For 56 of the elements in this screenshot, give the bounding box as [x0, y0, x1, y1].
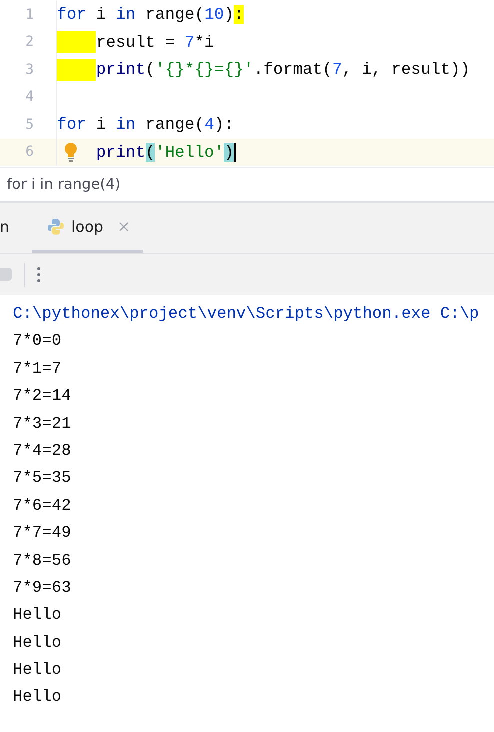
lightbulb-icon[interactable]	[64, 142, 78, 162]
code-token: 7	[184, 32, 195, 52]
code-token: ):	[214, 115, 234, 134]
code-token: print	[96, 60, 146, 80]
code-token: 10	[204, 5, 224, 24]
code-token: in	[116, 5, 136, 24]
output-line: 7*4=28	[13, 440, 72, 462]
command-line: C:\pythonex\project\venv\Scripts\python.exe C:\p	[13, 304, 480, 325]
code-token: for	[57, 5, 87, 24]
code-token: i	[95, 115, 108, 134]
code-token: print	[96, 142, 146, 162]
line-number: 3	[24, 62, 34, 78]
output-line: 7*7=49	[13, 523, 72, 544]
code-token: 4	[204, 115, 214, 134]
indent-highlight	[57, 58, 96, 81]
code-token: 'Hello'	[155, 142, 224, 162]
output-line: Hello	[13, 660, 63, 682]
code-token: )	[224, 142, 234, 162]
code-token: , i, result))	[342, 60, 470, 80]
code-token: (	[146, 60, 156, 80]
code-token: *i	[194, 32, 214, 52]
output-line: 7*2=14	[13, 386, 72, 408]
line-number: 2	[24, 34, 34, 50]
code-token: range(	[144, 5, 205, 24]
code-token: for	[57, 115, 87, 134]
output-line: Hello	[13, 687, 63, 708]
code-token: (	[146, 142, 156, 162]
line-number: 4	[24, 89, 34, 106]
output-line: 7*1=7	[13, 358, 63, 380]
code-token: :	[234, 5, 244, 24]
code-editor[interactable]: 1 for i in range(10): 2 result = 7*i 3 print('{}*{}={}'.format(7, i, result)) 4 5 for i in range(4): 6 print('Hello')	[0, 0, 494, 167]
output-line: 7*8=56	[13, 550, 72, 572]
line-number: 5	[24, 116, 34, 133]
close-icon[interactable]	[118, 222, 129, 232]
code-token: 7	[332, 60, 342, 80]
code-token: .format(	[254, 60, 332, 80]
more-options-icon[interactable]	[37, 266, 41, 282]
output-line: 7*3=21	[13, 414, 72, 435]
code-token: result =	[96, 32, 176, 52]
code-token: '{}*{}={}'	[155, 60, 254, 80]
line-number: 6	[24, 144, 34, 160]
code-token: i	[95, 5, 108, 24]
run-tab[interactable]: loop	[32, 203, 143, 253]
indent-highlight	[57, 31, 96, 54]
line-number: 1	[24, 6, 34, 23]
run-tab[interactable]: n	[0, 203, 10, 253]
output-line: Hello	[13, 632, 63, 654]
output-line: 7*5=35	[13, 468, 72, 490]
output-line: Hello	[13, 605, 63, 626]
output-line: 7*9=63	[13, 578, 72, 599]
code-token: in	[116, 115, 136, 134]
code-token: )	[224, 5, 234, 24]
code-token: range(	[144, 115, 205, 134]
output-line: 7*6=42	[13, 496, 72, 517]
python-icon	[46, 218, 65, 236]
output-line: 7*0=0	[13, 331, 63, 352]
